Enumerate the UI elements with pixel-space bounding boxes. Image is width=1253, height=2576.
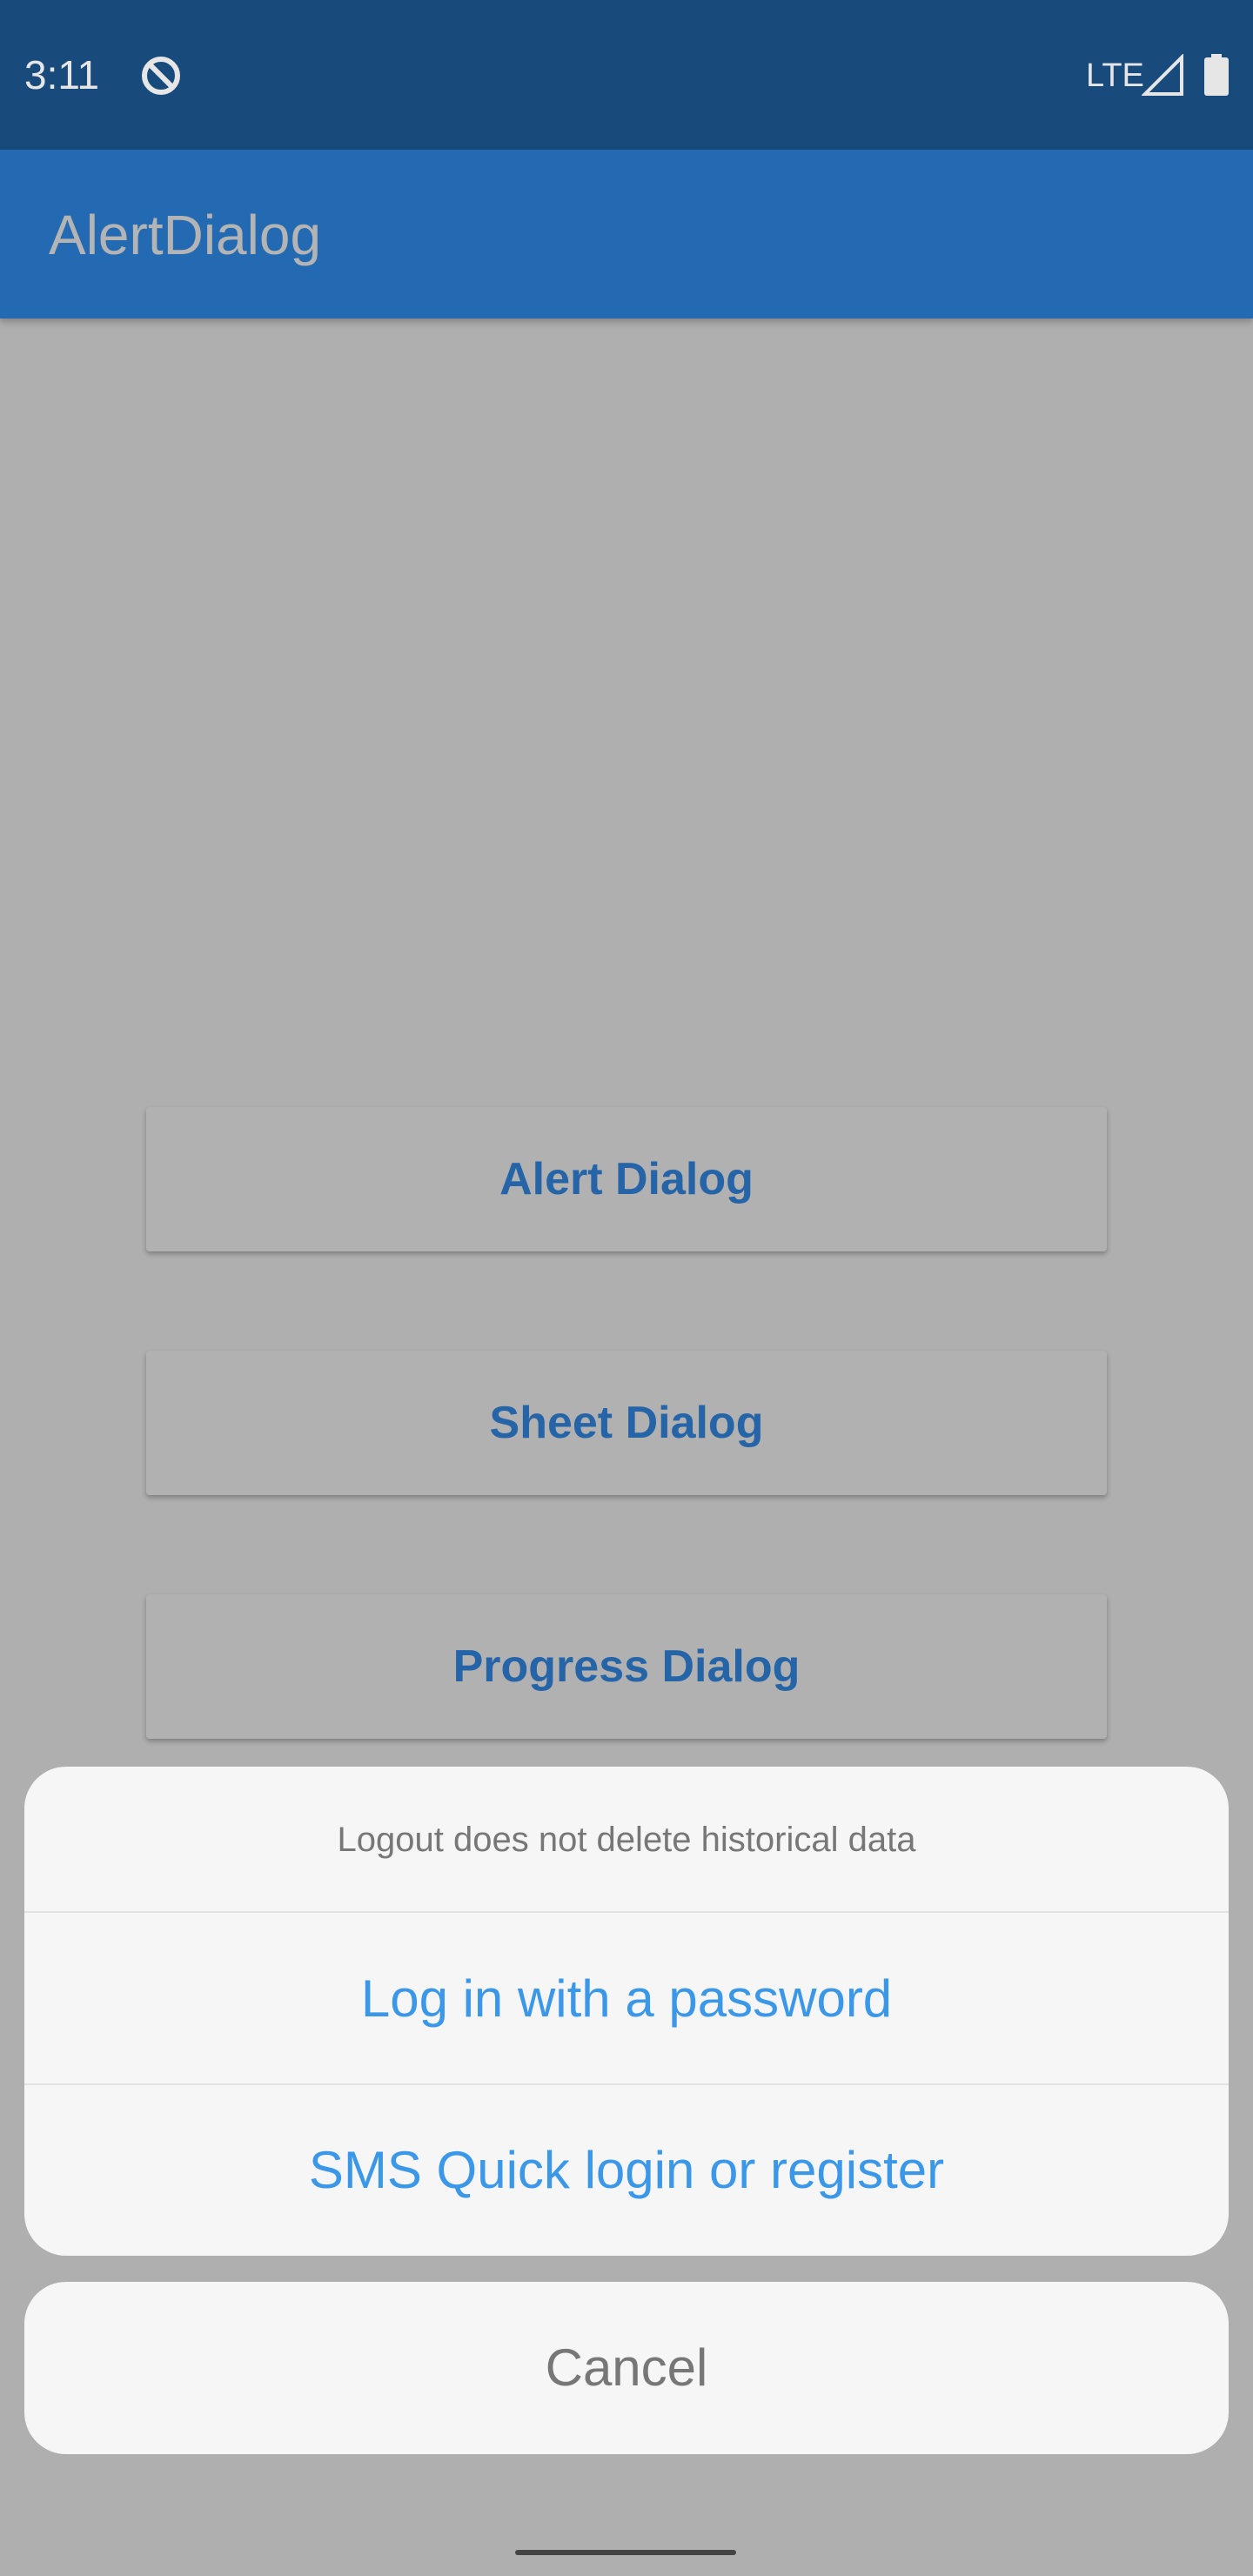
sheet-header: Logout does not delete historical data <box>24 1767 1229 1913</box>
status-bar: 3:11 LTE <box>0 0 1253 150</box>
network-type-label: LTE <box>1086 57 1144 94</box>
app-title: AlertDialog <box>49 204 322 266</box>
home-indicator[interactable] <box>515 2550 736 2555</box>
app-bar: AlertDialog <box>0 150 1253 319</box>
password-login-option[interactable]: Log in with a password <box>24 1913 1229 2085</box>
action-sheet: Logout does not delete historical data L… <box>24 1767 1229 2256</box>
progress-dialog-button[interactable]: Progress Dialog <box>146 1594 1107 1739</box>
status-time: 3:11 <box>24 52 100 97</box>
sheet-dialog-button[interactable]: Sheet Dialog <box>146 1351 1107 1495</box>
cancel-button[interactable]: Cancel <box>24 2282 1229 2454</box>
signal-icon <box>1142 54 1183 96</box>
battery-icon <box>1204 54 1229 96</box>
sms-login-option[interactable]: SMS Quick login or register <box>24 2085 1229 2256</box>
alert-dialog-button[interactable]: Alert Dialog <box>146 1107 1107 1251</box>
sync-disabled-icon <box>142 57 180 95</box>
